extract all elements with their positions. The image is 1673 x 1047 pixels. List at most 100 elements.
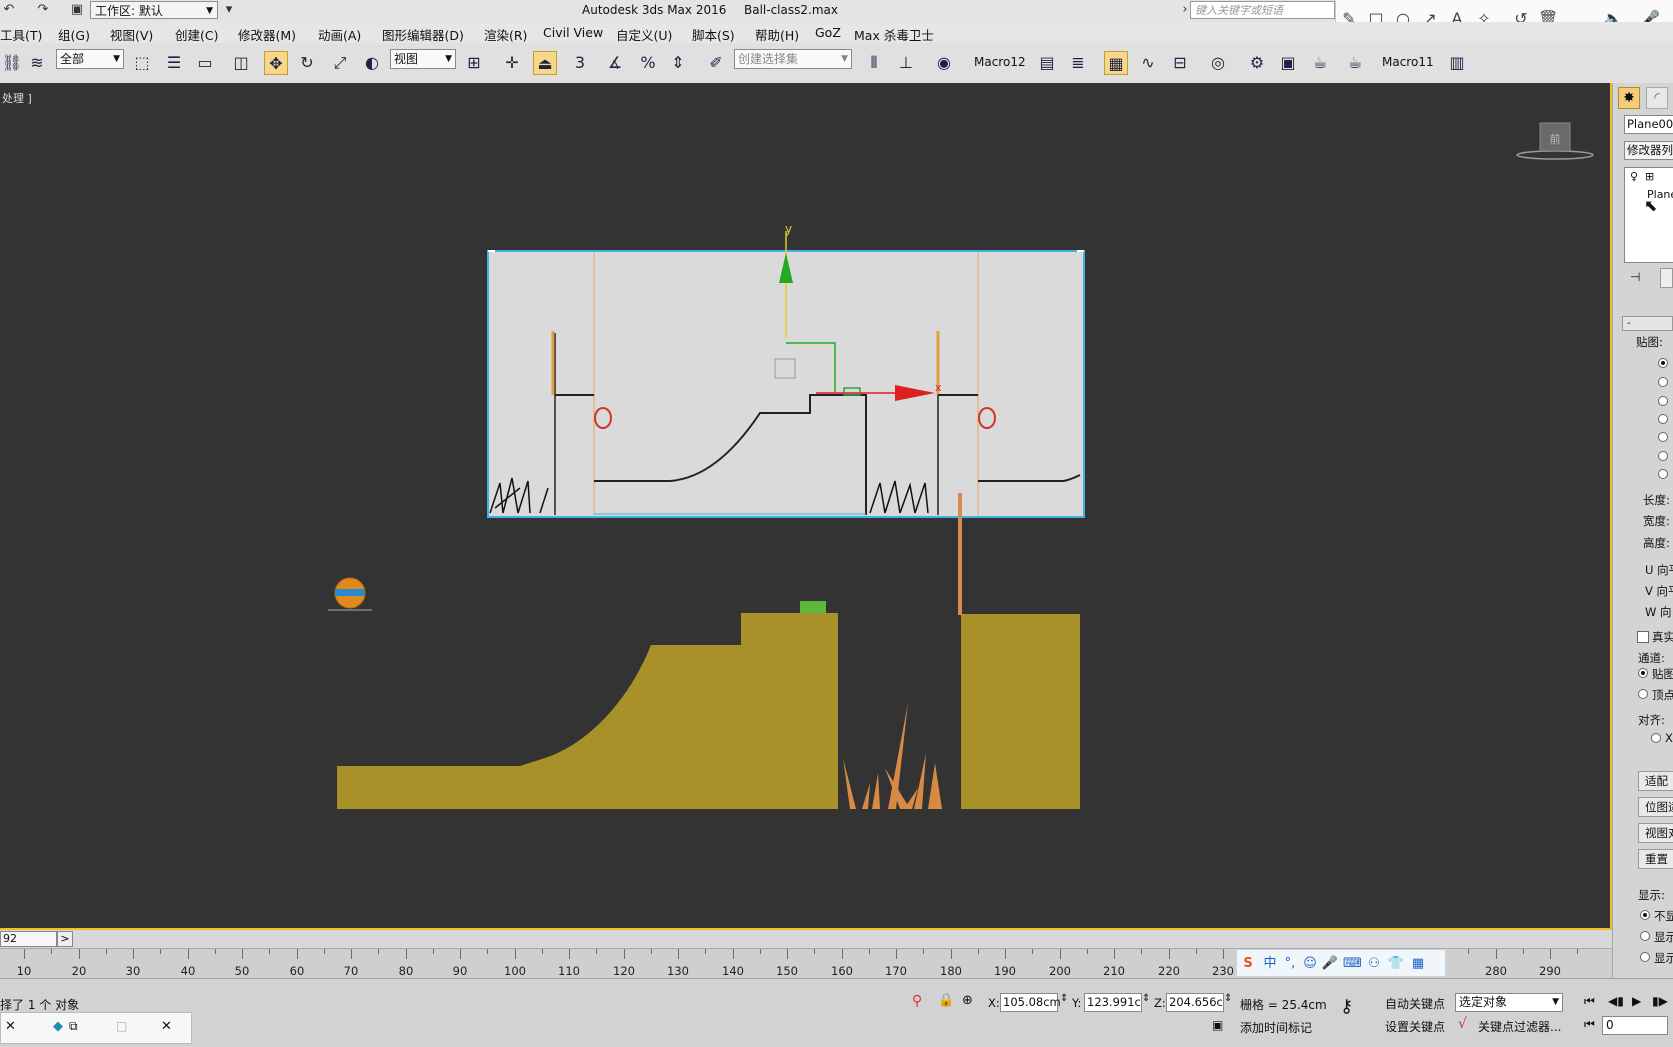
time-slider[interactable]: 92 > <box>0 930 1612 948</box>
voice-icon[interactable]: 🎤 <box>1321 955 1339 973</box>
grass-object[interactable] <box>843 703 942 809</box>
align-x-radio[interactable] <box>1651 733 1661 743</box>
display-radio-2[interactable] <box>1640 931 1650 941</box>
isolate-icon[interactable]: ⚲ <box>912 993 922 1009</box>
reset-button[interactable]: 重置 <box>1638 849 1673 869</box>
stack-button[interactable] <box>1660 268 1673 288</box>
previous-frame-icon[interactable]: ◀▮ <box>1608 994 1624 1008</box>
snap-toggle-icon[interactable]: 3 <box>568 51 592 75</box>
display-radio-1[interactable] <box>1640 910 1650 920</box>
ground-left-slope[interactable] <box>337 613 838 809</box>
object-name-field[interactable]: Plane001 <box>1624 115 1673 134</box>
select-by-name-icon[interactable]: ☰ <box>162 51 186 75</box>
bitmap-fit-button[interactable]: 位图适 <box>1638 797 1673 817</box>
go-to-start-icon[interactable]: ⏮ <box>1584 994 1595 1009</box>
workspace-dropdown[interactable]: 工作区: 默认 ▼ <box>90 1 218 19</box>
key-filter-icon[interactable]: √ <box>1458 1016 1467 1032</box>
minimized-window[interactable]: ✕ ◆ ⧉ □ ✕ <box>0 1012 192 1044</box>
render-setup-icon[interactable]: ⚙ <box>1245 51 1269 75</box>
menu-group[interactable]: 组(G) <box>58 25 90 44</box>
globe-icon[interactable]: ◉ <box>932 51 956 75</box>
schematic-view-icon[interactable]: ⊟ <box>1168 51 1192 75</box>
mirror-icon[interactable]: ⫴ <box>862 51 886 75</box>
sogou-logo-icon[interactable]: S <box>1239 955 1257 973</box>
close-window-icon[interactable]: ✕ <box>161 1019 172 1034</box>
project-folder-icon[interactable]: ▣ <box>68 2 86 18</box>
map-radio-4[interactable] <box>1658 414 1668 424</box>
ground-right-block[interactable] <box>961 614 1080 809</box>
next-frame-icon[interactable]: ▮▶ <box>1652 994 1668 1008</box>
ime-mode[interactable]: 中 <box>1261 955 1279 973</box>
fit-button[interactable]: 适配 <box>1638 771 1673 791</box>
next-frame-button[interactable]: > <box>57 931 73 947</box>
punctuation-icon[interactable]: °, <box>1281 955 1299 973</box>
key-filters-button[interactable]: 关键点过滤器... <box>1478 1018 1561 1035</box>
menu-modifiers[interactable]: 修改器(M) <box>238 25 296 44</box>
curve-editor-icon[interactable]: ∿ <box>1136 51 1160 75</box>
toolbox-icon[interactable]: ▦ <box>1409 955 1427 973</box>
absolute-mode-icon[interactable]: ⊕ <box>962 993 973 1008</box>
view-align-button[interactable]: 视图对 <box>1638 823 1673 843</box>
set-key-button[interactable]: 设置关键点 <box>1385 1018 1445 1035</box>
menu-help[interactable]: 帮助(H) <box>755 25 799 44</box>
create-tab-icon[interactable]: ✸ <box>1618 87 1640 109</box>
ball-object[interactable] <box>328 577 372 611</box>
map-radio-2[interactable] <box>1658 377 1668 387</box>
placement-icon[interactable]: ◐ <box>360 51 384 75</box>
select-object-icon[interactable]: ⬚ <box>130 51 154 75</box>
search-input[interactable]: 键入关键字或短语 <box>1190 1 1335 19</box>
scale-icon[interactable]: ⤢ <box>328 51 352 75</box>
extra-tool-icon[interactable]: ▥ <box>1445 51 1469 75</box>
material-editor-icon[interactable]: ◎ <box>1206 51 1230 75</box>
spinner-snap-icon[interactable]: ⇕ <box>666 51 690 75</box>
realworld-checkbox[interactable] <box>1637 631 1649 643</box>
menu-civil-view[interactable]: Civil View <box>543 25 603 40</box>
maximize-icon[interactable]: □ <box>116 1019 127 1033</box>
channel-vertex-radio[interactable] <box>1638 689 1648 699</box>
pivot-center-icon[interactable]: ⊞ <box>462 51 486 75</box>
bind-spacewarp-icon[interactable]: ≋ <box>25 51 49 75</box>
modify-tab-icon[interactable]: ◜ <box>1646 87 1668 109</box>
green-button-object[interactable] <box>800 601 826 613</box>
user-icon[interactable]: ⚇ <box>1365 955 1383 973</box>
skin-icon[interactable]: 👕 <box>1387 955 1405 973</box>
lock-icon[interactable]: 🔒 <box>938 993 954 1008</box>
menu-graph-editors[interactable]: 图形编辑器(D) <box>382 25 464 44</box>
key-mode-dropdown[interactable]: 选定对象 ▼ <box>1455 993 1563 1012</box>
current-frame-field[interactable]: 0 <box>1602 1016 1668 1035</box>
selection-filter-dropdown[interactable]: 全部 ▼ <box>56 49 124 69</box>
edit-named-selection-icon[interactable]: ✐ <box>704 51 728 75</box>
menu-antivirus[interactable]: Max 杀毒卫士 <box>854 25 934 44</box>
menu-animation[interactable]: 动画(A) <box>318 25 361 44</box>
render-production-icon[interactable]: ☕ <box>1308 51 1332 75</box>
channel-map-radio[interactable] <box>1638 668 1648 678</box>
move-icon[interactable]: ✥ <box>264 51 288 75</box>
align-icon[interactable]: ⊥ <box>894 51 918 75</box>
map-radio-6[interactable] <box>1658 451 1668 461</box>
keyboard-shortcut-override-icon[interactable]: ⏏ <box>533 51 557 75</box>
render-iterative-icon[interactable]: ☕ <box>1343 51 1367 75</box>
link-icon[interactable]: ⛓ <box>0 51 24 75</box>
menu-customize[interactable]: 自定义(U) <box>616 25 672 44</box>
macro11-button[interactable]: Macro11 <box>1382 55 1434 69</box>
add-time-tag[interactable]: 添加时间标记 <box>1240 1019 1312 1036</box>
rect-region-icon[interactable]: ▭ <box>193 51 217 75</box>
percent-snap-icon[interactable]: % <box>636 51 660 75</box>
rotate-icon[interactable]: ↻ <box>295 51 319 75</box>
menu-tools[interactable]: 工具(T) <box>0 25 42 44</box>
y-coordinate-field[interactable]: 123.991cm <box>1084 993 1142 1012</box>
z-coordinate-field[interactable]: 204.656cm <box>1166 993 1224 1012</box>
key-icon[interactable]: ⚷ <box>1340 996 1353 1017</box>
menu-scripting[interactable]: 脚本(S) <box>692 25 735 44</box>
keyboard-icon[interactable]: ⌨ <box>1343 955 1362 973</box>
x-coordinate-field[interactable]: 105.08cm <box>1000 993 1061 1012</box>
layer-manager-icon[interactable]: ▤ <box>1035 51 1059 75</box>
map-radio-1[interactable] <box>1658 358 1668 368</box>
y-spinner-icon[interactable]: ⇕ <box>1142 993 1150 1004</box>
named-selection-dropdown[interactable]: 创建选择集 ▼ <box>734 49 852 69</box>
menu-create[interactable]: 创建(C) <box>175 25 218 44</box>
redo-icon[interactable]: ↷ <box>34 2 52 18</box>
rendered-frame-icon[interactable]: ▣ <box>1276 51 1300 75</box>
ref-coord-dropdown[interactable]: 视图 ▼ <box>390 49 456 69</box>
z-spinner-icon[interactable]: ⇕ <box>1224 993 1232 1004</box>
